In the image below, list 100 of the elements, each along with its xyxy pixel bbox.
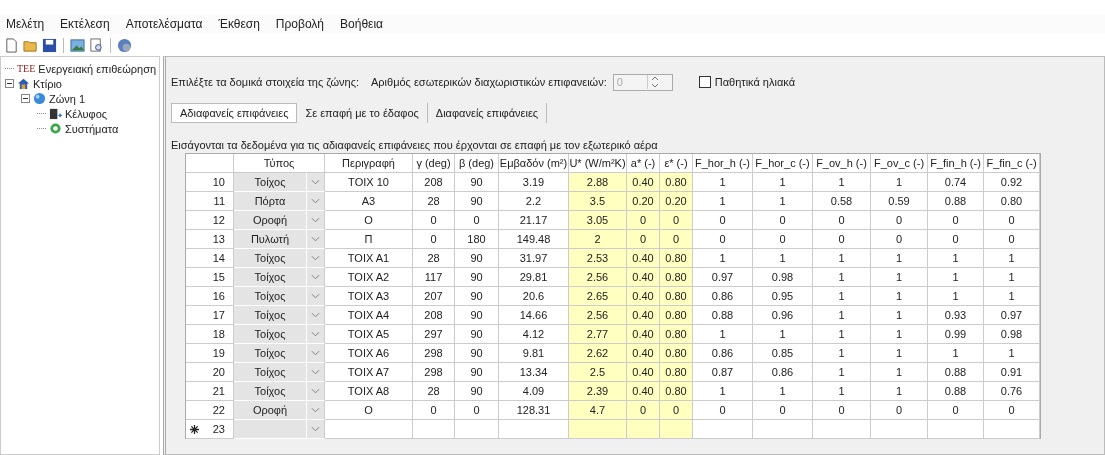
- table-cell: 90: [455, 382, 499, 401]
- table-cell: 0: [984, 401, 1040, 420]
- table-cell[interactable]: 2: [569, 230, 627, 249]
- table-cell[interactable]: 0: [660, 230, 693, 249]
- collapse-toggle-icon[interactable]: [5, 79, 14, 88]
- table-cell: 0.93: [928, 306, 984, 325]
- type-dropdown[interactable]: Τοίχος: [234, 287, 325, 306]
- passive-solar-checkbox[interactable]: Παθητικά ηλιακά: [698, 76, 796, 88]
- table-cell[interactable]: 0: [627, 401, 660, 420]
- menu-item[interactable]: Εκτέλεση: [60, 17, 110, 31]
- new-file-icon[interactable]: [4, 37, 19, 53]
- table-cell: 1: [871, 287, 928, 306]
- table-cell: 0: [813, 230, 871, 249]
- table-cell: 0.97: [693, 268, 753, 287]
- tree-item[interactable]: Ενεργειακή επιθεώρηση: [38, 62, 157, 75]
- tree-item[interactable]: Κτίριο: [33, 77, 62, 90]
- table-cell[interactable]: 0.40: [627, 363, 660, 382]
- table-cell: 0: [413, 401, 455, 420]
- table-cell: 28: [413, 192, 455, 211]
- table-cell[interactable]: 2.5: [569, 363, 627, 382]
- table-cell[interactable]: 2.88: [569, 173, 627, 192]
- column-header: F_ov_c (-): [871, 154, 928, 173]
- table-cell: 0: [693, 230, 753, 249]
- print-preview-icon[interactable]: [89, 37, 104, 53]
- type-dropdown[interactable]: Τοίχος: [234, 344, 325, 363]
- table-cell[interactable]: 0: [627, 211, 660, 230]
- table-cell: 1: [813, 173, 871, 192]
- type-dropdown[interactable]: Τοίχος: [234, 325, 325, 344]
- type-dropdown[interactable]: Τοίχος: [234, 382, 325, 401]
- type-dropdown[interactable]: Πόρτα: [234, 192, 325, 211]
- type-dropdown[interactable]: Τοίχος: [234, 249, 325, 268]
- table-cell[interactable]: 0.80: [660, 268, 693, 287]
- table-cell[interactable]: 0.40: [627, 325, 660, 344]
- table-cell: [693, 420, 753, 439]
- save-icon[interactable]: [42, 37, 57, 53]
- table-cell[interactable]: 2.56: [569, 268, 627, 287]
- tab[interactable]: Σε επαφή με το έδαφος: [297, 103, 428, 123]
- table-cell[interactable]: 0.80: [660, 249, 693, 268]
- table-cell[interactable]: 0.80: [660, 287, 693, 306]
- table-cell[interactable]: 0: [660, 401, 693, 420]
- table-cell[interactable]: 0.80: [660, 382, 693, 401]
- table-cell: [984, 420, 1040, 439]
- menu-item[interactable]: Προβολή: [275, 17, 325, 31]
- table-cell: 0.86: [693, 344, 753, 363]
- tree-item[interactable]: Ζώνη 1: [49, 92, 86, 105]
- table-cell[interactable]: 0.40: [627, 344, 660, 363]
- table-cell[interactable]: [660, 420, 693, 439]
- table-cell[interactable]: 0.80: [660, 325, 693, 344]
- table-cell[interactable]: 0.80: [660, 363, 693, 382]
- row-number: 16: [186, 287, 234, 306]
- collapse-toggle-icon[interactable]: [21, 94, 30, 103]
- table-cell: 1: [984, 287, 1040, 306]
- caret-icon: [311, 331, 320, 337]
- table-cell[interactable]: 2.77: [569, 325, 627, 344]
- table-cell[interactable]: 2.65: [569, 287, 627, 306]
- tree-item[interactable]: Συστήματα: [65, 122, 119, 135]
- table-cell[interactable]: 0.40: [627, 306, 660, 325]
- table-cell[interactable]: 2.62: [569, 344, 627, 363]
- menu-item[interactable]: Μελέτη: [6, 17, 45, 31]
- type-dropdown[interactable]: Τοίχος: [234, 363, 325, 382]
- table-cell[interactable]: 2.56: [569, 306, 627, 325]
- table-cell[interactable]: 0.20: [627, 192, 660, 211]
- type-dropdown[interactable]: Τοίχος: [234, 173, 325, 192]
- caret-icon: [311, 388, 320, 394]
- table-cell[interactable]: 0.80: [660, 306, 693, 325]
- row-number: 20: [186, 363, 234, 382]
- menu-item[interactable]: Έκθεση: [218, 17, 260, 31]
- type-dropdown[interactable]: Πυλωτή: [234, 230, 325, 249]
- table-cell: 208: [413, 306, 455, 325]
- table-cell[interactable]: 0.80: [660, 173, 693, 192]
- type-dropdown[interactable]: Οροφή: [234, 401, 325, 420]
- tab[interactable]: Διαφανείς επιφάνειες: [427, 103, 548, 123]
- table-cell[interactable]: 0.40: [627, 287, 660, 306]
- table-cell[interactable]: [569, 420, 627, 439]
- table-cell[interactable]: 3.05: [569, 211, 627, 230]
- table-cell[interactable]: [627, 420, 660, 439]
- table-cell[interactable]: 0: [660, 211, 693, 230]
- table-cell[interactable]: 3.5: [569, 192, 627, 211]
- table-cell: 0.59: [871, 192, 928, 211]
- menu-item[interactable]: Αποτελέσματα: [125, 17, 203, 31]
- tree-item[interactable]: Κέλυφος: [65, 107, 108, 120]
- type-dropdown[interactable]: Τοίχος: [234, 268, 325, 287]
- tab[interactable]: Αδιαφανείς επιφάνειες: [171, 103, 298, 123]
- image-icon[interactable]: [70, 37, 85, 53]
- table-cell[interactable]: 4.7: [569, 401, 627, 420]
- table-cell[interactable]: 2.53: [569, 249, 627, 268]
- table-cell: 1: [753, 249, 813, 268]
- globe-icon[interactable]: [117, 37, 132, 53]
- table-cell[interactable]: 0: [627, 230, 660, 249]
- table-cell[interactable]: 0.40: [627, 249, 660, 268]
- table-cell[interactable]: 0.20: [660, 192, 693, 211]
- table-cell[interactable]: 0.40: [627, 268, 660, 287]
- menu-item[interactable]: Βοήθεια: [340, 17, 383, 31]
- type-dropdown[interactable]: Τοίχος: [234, 306, 325, 325]
- table-cell[interactable]: 0.40: [627, 382, 660, 401]
- table-cell[interactable]: 0.80: [660, 344, 693, 363]
- table-cell[interactable]: 2.39: [569, 382, 627, 401]
- type-dropdown[interactable]: Οροφή: [234, 211, 325, 230]
- column-header: Περιγραφή: [325, 154, 413, 173]
- table-cell[interactable]: 0.40: [627, 173, 660, 192]
